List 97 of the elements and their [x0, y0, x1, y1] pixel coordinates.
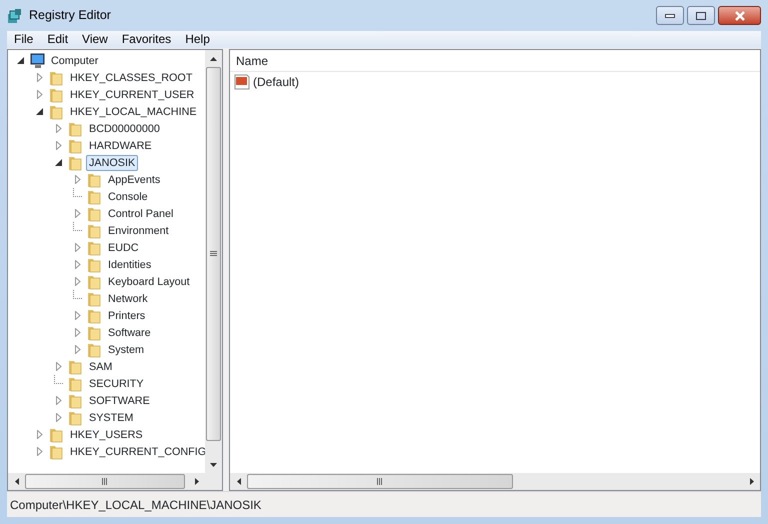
- collapse-arrow-icon[interactable]: [16, 56, 25, 65]
- tree-item[interactable]: Software: [105, 324, 154, 340]
- string-value-icon: [234, 74, 250, 90]
- folder-icon: [86, 290, 102, 306]
- scroll-left-icon: [236, 478, 240, 485]
- menu-item[interactable]: View: [75, 31, 115, 48]
- expand-arrow-icon[interactable]: [54, 141, 63, 150]
- horizontal-scrollbar[interactable]: [230, 473, 760, 490]
- minimize-icon: [665, 14, 675, 18]
- folder-icon: [67, 120, 83, 136]
- folder-icon: [48, 444, 64, 460]
- maximize-icon: [696, 12, 706, 20]
- minimize-button[interactable]: [656, 6, 684, 25]
- expand-arrow-icon[interactable]: [35, 430, 44, 439]
- tree-item[interactable]: Environment: [105, 222, 172, 238]
- vertical-scrollbar[interactable]: [205, 50, 222, 473]
- menu-item[interactable]: Help: [178, 31, 217, 48]
- close-button[interactable]: [718, 6, 761, 25]
- expand-arrow-icon[interactable]: [73, 243, 82, 252]
- tree-item[interactable]: Console: [105, 188, 151, 204]
- window-title: Registry Editor: [29, 7, 111, 24]
- tree-item[interactable]: SECURITY: [86, 376, 147, 392]
- expand-arrow-icon[interactable]: [35, 73, 44, 82]
- folder-icon: [67, 358, 83, 374]
- scroll-up-icon: [210, 56, 217, 60]
- grip-icon: [210, 251, 217, 257]
- status-bar: Computer\HKEY_LOCAL_MACHINE\JANOSIK: [7, 491, 761, 517]
- expand-arrow-icon[interactable]: [73, 311, 82, 320]
- scroll-down-icon: [210, 462, 217, 466]
- menu-item[interactable]: Edit: [40, 31, 76, 48]
- tree-item[interactable]: System: [105, 342, 147, 358]
- tree-item[interactable]: HKEY_CURRENT_CONFIG: [67, 444, 205, 460]
- maximize-button[interactable]: [687, 6, 715, 25]
- folder-icon: [67, 138, 83, 154]
- folder-icon: [86, 188, 102, 204]
- tree-item[interactable]: Network: [105, 290, 151, 306]
- folder-icon: [86, 342, 102, 358]
- tree-item[interactable]: JANOSIK: [86, 154, 138, 170]
- tree-item[interactable]: HARDWARE: [86, 138, 155, 154]
- horizontal-scrollbar[interactable]: [8, 473, 205, 490]
- expand-arrow-icon[interactable]: [73, 260, 82, 269]
- expand-arrow-icon[interactable]: [35, 90, 44, 99]
- expand-arrow-icon[interactable]: [73, 345, 82, 354]
- expand-arrow-icon[interactable]: [73, 209, 82, 218]
- computer-icon: [29, 52, 45, 68]
- tree-item[interactable]: SOFTWARE: [86, 392, 153, 408]
- folder-icon: [86, 324, 102, 340]
- folder-icon: [86, 256, 102, 272]
- tree-item[interactable]: Keyboard Layout: [105, 274, 193, 290]
- tree-item[interactable]: SYSTEM: [86, 410, 136, 426]
- column-header[interactable]: Name: [230, 50, 760, 72]
- tree-item[interactable]: HKEY_CURRENT_USER: [67, 86, 198, 102]
- tree-item[interactable]: AppEvents: [105, 172, 164, 188]
- expand-arrow-icon[interactable]: [35, 447, 44, 456]
- tree-item[interactable]: EUDC: [105, 240, 142, 256]
- folder-icon: [86, 274, 102, 290]
- value-name[interactable]: (Default): [253, 73, 300, 91]
- tree-item[interactable]: Control Panel: [105, 206, 176, 222]
- menu-item[interactable]: File: [7, 31, 40, 48]
- folder-icon: [86, 222, 102, 238]
- folder-icon: [67, 392, 83, 408]
- expand-arrow-icon[interactable]: [54, 396, 63, 405]
- tree-item[interactable]: Printers: [105, 308, 148, 324]
- expand-arrow-icon[interactable]: [54, 413, 63, 422]
- scroll-left-icon: [14, 478, 18, 485]
- folder-icon: [86, 308, 102, 324]
- scroll-right-icon: [750, 478, 754, 485]
- tree-item[interactable]: BCD00000000: [86, 120, 163, 136]
- tree-item[interactable]: HKEY_LOCAL_MACHINE: [67, 104, 200, 120]
- folder-icon: [48, 70, 64, 86]
- expand-arrow-icon[interactable]: [73, 277, 82, 286]
- registry-editor-icon: [7, 8, 23, 24]
- tree-item[interactable]: HKEY_USERS: [67, 426, 146, 442]
- scroll-right-icon: [194, 478, 198, 485]
- folder-icon: [67, 376, 83, 392]
- expand-arrow-icon[interactable]: [73, 328, 82, 337]
- tree-item[interactable]: Identities: [105, 256, 154, 272]
- tree-item[interactable]: HKEY_CLASSES_ROOT: [67, 70, 196, 86]
- tree-item[interactable]: Computer: [48, 52, 102, 68]
- folder-icon: [67, 410, 83, 426]
- tree-item[interactable]: SAM: [86, 358, 116, 374]
- folder-icon: [48, 104, 64, 120]
- collapse-arrow-icon[interactable]: [35, 107, 44, 116]
- expand-arrow-icon[interactable]: [54, 362, 63, 371]
- folder-icon: [67, 154, 83, 170]
- folder-icon: [48, 426, 64, 442]
- folder-icon: [86, 240, 102, 256]
- close-icon: [734, 10, 746, 20]
- collapse-arrow-icon[interactable]: [54, 158, 63, 167]
- folder-icon: [86, 172, 102, 188]
- grip-icon: [377, 478, 383, 485]
- grip-icon: [102, 478, 108, 485]
- menu-item[interactable]: Favorites: [114, 31, 178, 48]
- folder-icon: [86, 206, 102, 222]
- folder-icon: [48, 86, 64, 102]
- expand-arrow-icon[interactable]: [54, 124, 63, 133]
- expand-arrow-icon[interactable]: [73, 175, 82, 184]
